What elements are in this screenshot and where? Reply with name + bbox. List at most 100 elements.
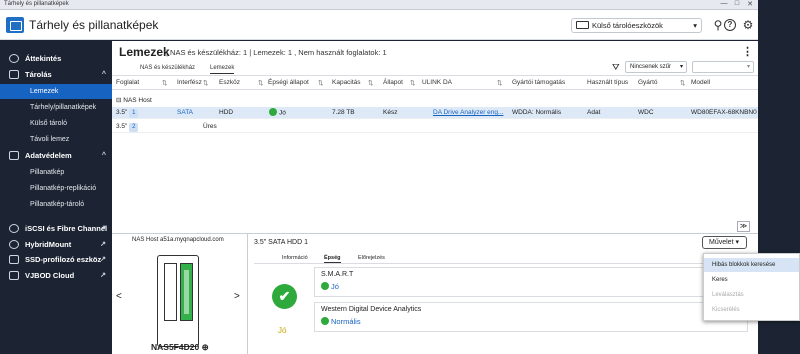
manufacturer-cell: WDC: [638, 109, 654, 116]
previous-enclosure-button[interactable]: <: [116, 291, 122, 302]
hard-drive-icon: [576, 21, 589, 30]
sidebar-label: Adatvédelem: [25, 151, 72, 160]
sidebar-section-storage[interactable]: Tárolás ^: [0, 67, 112, 82]
sort-icon[interactable]: ⇅: [318, 79, 323, 87]
action-menu: Hibás blokkok keresése Keres Leválasztás…: [703, 253, 800, 321]
tab-information[interactable]: Információ: [282, 255, 308, 261]
collapse-icon[interactable]: ^: [102, 148, 106, 163]
chevron-down-icon: ▾: [746, 64, 750, 70]
sidebar-item-snapshot-replica[interactable]: Pillanatkép-replikáció: [0, 181, 112, 196]
sort-icon[interactable]: ⇅: [680, 79, 685, 87]
maximize-button[interactable]: □: [731, 0, 743, 7]
model-cell: WD80EFAX-68KNBN0: [691, 109, 757, 116]
slot-number: 2: [129, 123, 139, 132]
tab-health[interactable]: Épség: [324, 255, 341, 263]
group-label: NAS Host: [123, 97, 152, 104]
menu-item-replace[interactable]: Kicserélés: [704, 303, 799, 317]
column-header[interactable]: Foglalat: [116, 79, 139, 86]
sort-icon[interactable]: ⇅: [410, 79, 415, 87]
sidebar-item-iscsi[interactable]: iSCSI és Fibre Channel ↗: [0, 221, 112, 236]
sidebar-label: Áttekintés: [25, 54, 62, 63]
gear-icon[interactable]: ⚙: [740, 18, 756, 32]
storage-icon: [9, 70, 19, 79]
sidebar-item-external-storage[interactable]: Külső tároló: [0, 116, 112, 131]
nas-name: NAS5F4D20 ⊕: [151, 342, 209, 353]
protection-icon: [9, 151, 19, 160]
sidebar-section-protection[interactable]: Adatvédelem ^: [0, 148, 112, 163]
collapse-group-icon[interactable]: ⊟: [116, 97, 121, 104]
tab-prediction[interactable]: Előrejelzés: [358, 255, 385, 261]
sidebar-label: VJBOD Cloud: [25, 271, 75, 280]
disk-bay-selected[interactable]: [180, 263, 193, 321]
minimize-button[interactable]: —: [718, 0, 730, 7]
help-icon[interactable]: ?: [724, 19, 736, 31]
filter-icon[interactable]: ⛛: [612, 62, 620, 73]
ulink-da-link[interactable]: DA Drive Analyzer eng...: [433, 109, 503, 116]
sidebar-label: SSD-profilozó eszköz: [25, 255, 102, 264]
smart-panel: S.M.A.R.T Jó: [314, 267, 748, 297]
sidebar-item-overview[interactable]: Áttekintés: [0, 51, 112, 66]
table-row[interactable]: 3.5" 1 SATA HDD Jó 7.28 TB Kész DA Drive …: [112, 107, 758, 119]
column-header[interactable]: Gyártói támogatás: [512, 79, 565, 86]
app-title: Tárhely és pillanatképek: [29, 18, 159, 32]
table-row[interactable]: 3.5" 2 Üres: [112, 121, 758, 133]
sidebar-item-snapshot-vault[interactable]: Pillanatkép-tároló: [0, 197, 112, 212]
zoom-icon[interactable]: ⊕: [202, 342, 209, 352]
slot-cell: 3.5" 1: [116, 109, 139, 118]
sidebar-item-hybridmount[interactable]: HybridMount ↗: [0, 237, 112, 252]
menu-item-locate[interactable]: Keres: [704, 273, 799, 287]
search-input[interactable]: ▾: [692, 61, 754, 73]
window-titlebar: Tárhely és pillanatképek — □ ✕: [0, 0, 758, 10]
ssd-icon: [9, 255, 19, 264]
column-header[interactable]: Modell: [691, 79, 710, 86]
iscsi-icon: [9, 224, 19, 233]
column-header[interactable]: Eszköz: [219, 79, 240, 86]
sidebar-item-disks[interactable]: Lemezek: [0, 84, 112, 99]
smart-value: Jó: [321, 282, 339, 291]
column-header[interactable]: Kapacitás: [332, 79, 361, 86]
next-enclosure-button[interactable]: >: [234, 291, 240, 302]
menu-item-detach[interactable]: Leválasztás: [704, 288, 799, 302]
storage-app-icon: [6, 17, 24, 33]
sort-icon[interactable]: ⇅: [497, 79, 502, 87]
overall-health-label: Jó: [278, 326, 287, 335]
collapse-icon[interactable]: ^: [102, 67, 106, 82]
close-button[interactable]: ✕: [744, 0, 756, 8]
sidebar-item-snapshot[interactable]: Pillanatkép: [0, 165, 112, 180]
chevron-down-icon: ▾: [679, 64, 683, 70]
sort-icon[interactable]: ⇅: [368, 79, 373, 87]
more-options-icon[interactable]: ⋮: [742, 45, 753, 58]
slot-cell: 3.5" 2: [116, 123, 139, 132]
expand-details-button[interactable]: ≫: [737, 221, 750, 232]
chevron-down-icon: ▾: [735, 239, 739, 246]
tab-nas-enclosure[interactable]: NAS és készülékház: [140, 65, 195, 71]
wdda-value: Normális: [321, 317, 361, 326]
details-divider: [247, 234, 248, 354]
details-tabs: Információ Épség Előrejelzés: [254, 253, 748, 264]
sidebar-item-remote-disk[interactable]: Távoli lemez: [0, 132, 112, 147]
column-header[interactable]: Interfész: [177, 79, 202, 86]
filter-select[interactable]: Nincsenek szűr ▾: [625, 61, 687, 73]
column-header[interactable]: ULINK DA: [422, 79, 452, 86]
device-cell: HDD: [219, 109, 234, 116]
sidebar-item-vjbod[interactable]: VJBOD Cloud ↗: [0, 268, 112, 283]
nas-host-label: NAS Host a51a.myqnapcloud.com: [132, 237, 224, 243]
column-header[interactable]: Használt típus: [587, 79, 628, 86]
group-row-nas-host[interactable]: ⊟ NAS Host: [112, 95, 758, 106]
sort-icon[interactable]: ⇅: [162, 79, 167, 87]
hybridmount-icon: [9, 240, 19, 249]
sidebar-item-storage-snapshots[interactable]: Tárhely/pillanatképek: [0, 100, 112, 115]
action-button[interactable]: Művelet ▾: [702, 236, 747, 249]
sidebar-item-ssd-profiling[interactable]: SSD-profilozó eszköz ↗: [0, 252, 112, 267]
tab-disks[interactable]: Lemezek: [210, 65, 235, 74]
disk-bay-empty[interactable]: [164, 263, 177, 321]
column-header[interactable]: Épségi állapot: [268, 79, 309, 86]
sort-icon[interactable]: ⇅: [258, 79, 263, 87]
external-storage-label: Külső tárolóeszközök: [592, 21, 663, 30]
sort-icon[interactable]: ⇅: [203, 79, 208, 87]
column-header[interactable]: Állapot: [383, 79, 403, 86]
check-circle-icon: [269, 108, 277, 116]
column-header[interactable]: Gyártó: [638, 79, 658, 86]
menu-item-bad-block-scan[interactable]: Hibás blokkok keresése: [704, 258, 799, 272]
external-storage-dropdown[interactable]: Külső tárolóeszközök ▾: [571, 18, 702, 33]
